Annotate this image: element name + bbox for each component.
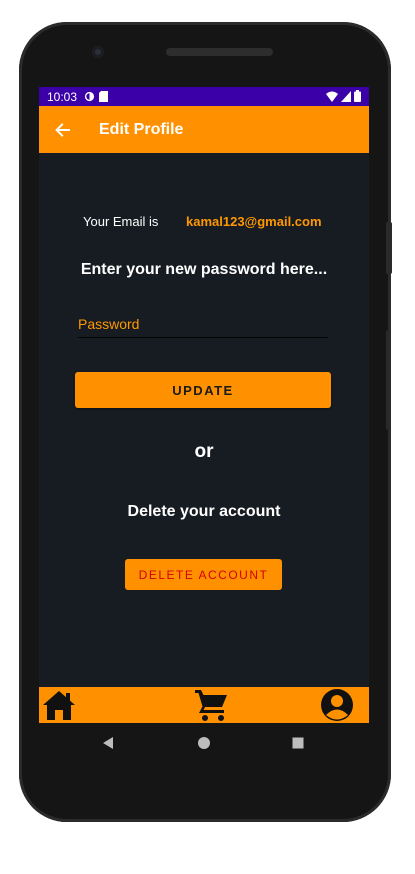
delete-account-heading: Delete your account <box>127 503 281 520</box>
account-icon[interactable] <box>319 688 355 722</box>
system-navigation-bar <box>39 723 369 763</box>
screen: 10:03 Edit Profile Your Email is kamal12… <box>39 87 369 723</box>
status-right-icons <box>326 90 361 105</box>
page-title: Edit Profile <box>99 120 184 138</box>
email-label: Your Email is <box>83 214 159 229</box>
app-bar: Edit Profile <box>39 106 369 153</box>
sim-card-icon <box>98 91 109 102</box>
delete-account-button[interactable]: DELETE ACCOUNT <box>125 559 282 590</box>
email-row: Your Email is kamal123@gmail.com <box>39 214 369 234</box>
earpiece-speaker <box>166 48 273 56</box>
system-recents-icon[interactable] <box>288 733 308 753</box>
status-bar: 10:03 <box>39 87 369 106</box>
system-home-icon[interactable] <box>194 733 214 753</box>
wifi-icon <box>326 91 338 105</box>
battery-icon <box>354 90 361 105</box>
cart-icon[interactable] <box>193 688 229 722</box>
new-password-heading: Enter your new password here... <box>80 261 328 278</box>
system-back-icon[interactable] <box>98 733 118 753</box>
email-value: kamal123@gmail.com <box>186 214 322 229</box>
volume-button <box>386 330 391 430</box>
update-button[interactable]: UPDATE <box>75 372 331 408</box>
or-divider-text: or <box>194 441 214 462</box>
back-arrow-icon[interactable] <box>55 122 71 138</box>
home-icon[interactable] <box>41 688 77 722</box>
cell-signal-icon <box>341 90 351 105</box>
power-button <box>386 222 392 274</box>
bottom-nav-bar <box>39 687 369 723</box>
front-camera <box>92 46 104 58</box>
sync-status-icon <box>84 91 95 102</box>
password-field <box>78 313 328 338</box>
password-input[interactable] <box>78 313 328 335</box>
status-time: 10:03 <box>47 89 78 104</box>
